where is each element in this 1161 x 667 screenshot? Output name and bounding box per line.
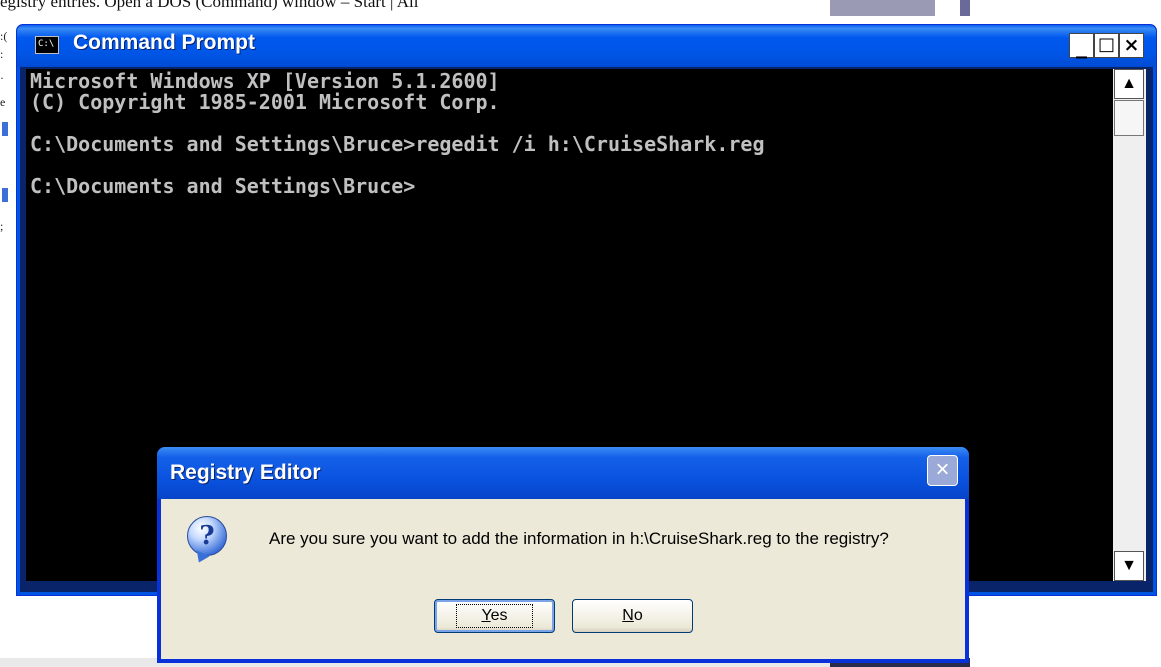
background-margin-glyph: :: [0, 47, 4, 61]
dialog-close-button[interactable]: ×: [927, 455, 958, 486]
background-margin-glyph: :(: [0, 29, 8, 43]
dialog-titlebar[interactable]: Registry Editor ×: [157, 447, 969, 499]
background-blue-tab: [2, 122, 8, 136]
close-button[interactable]: ×: [1119, 33, 1144, 58]
yes-button-label: Yes: [456, 604, 533, 628]
console-line: C:\Documents and Settings\Bruce>regedit …: [30, 132, 765, 156]
no-button[interactable]: No: [572, 599, 693, 633]
minimize-button[interactable]: _: [1069, 33, 1094, 59]
console-line: C:\Documents and Settings\Bruce>: [30, 174, 416, 198]
registry-editor-dialog[interactable]: Registry Editor × ? Are you sure you wan…: [157, 447, 969, 663]
background-margin-glyph: e: [0, 95, 6, 109]
maximize-button[interactable]: □: [1094, 33, 1119, 58]
dialog-body: ? Are you sure you want to add the infor…: [161, 499, 965, 659]
dialog-message: Are you sure you want to add the informa…: [269, 529, 889, 548]
background-strip: [830, 0, 935, 16]
background-blue-tab: [2, 188, 8, 202]
scroll-down-icon[interactable]: ▼: [1114, 551, 1144, 581]
command-prompt-titlebar[interactable]: C:\ Command Prompt _ □ ×: [17, 25, 1156, 67]
scrollbar-thumb[interactable]: [1114, 100, 1144, 136]
console-line: (C) Copyright 1985-2001 Microsoft Corp.: [30, 90, 500, 114]
question-icon: ?: [187, 516, 227, 556]
dialog-title: Registry Editor: [170, 461, 321, 484]
console-app-icon[interactable]: C:\: [35, 36, 59, 54]
background-document-text: egistry entries. Open a DOS (Command) wi…: [0, 0, 419, 11]
window-title: Command Prompt: [73, 31, 256, 54]
vertical-scrollbar[interactable]: ▲ ▼: [1113, 69, 1146, 581]
background-margin-glyph: ·: [0, 71, 4, 85]
yes-button[interactable]: Yes: [434, 599, 555, 633]
background-strip-edge: [960, 0, 970, 16]
scroll-up-icon[interactable]: ▲: [1114, 69, 1144, 99]
background-margin-glyph: ;: [0, 219, 4, 233]
